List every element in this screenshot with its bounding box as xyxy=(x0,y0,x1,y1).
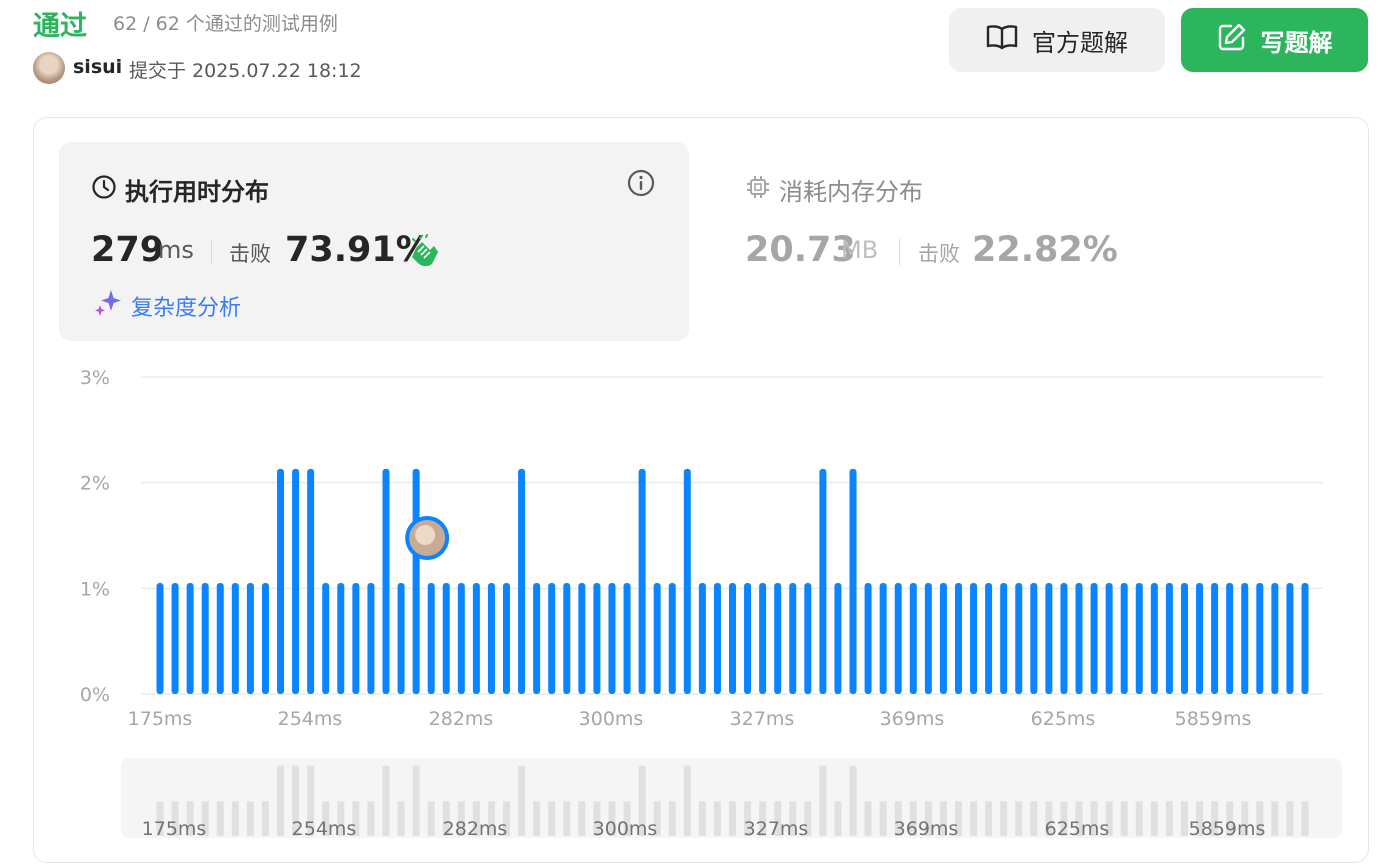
avatar[interactable] xyxy=(33,52,65,84)
username-link[interactable]: sisui xyxy=(73,56,122,78)
clock-icon xyxy=(91,174,117,206)
memory-beat-value: 22.82% xyxy=(972,230,1118,270)
clap-icon xyxy=(408,234,442,268)
submission-time: 提交于 2025.07.22 18:12 xyxy=(129,60,362,82)
write-solution-button[interactable]: 写题解 xyxy=(1181,8,1368,72)
book-open-icon xyxy=(986,24,1018,56)
edit-icon xyxy=(1217,22,1247,58)
memory-beat-label: 击败 xyxy=(918,242,960,266)
official-solution-label: 官方题解 xyxy=(1032,28,1128,57)
official-solution-button[interactable]: 官方题解 xyxy=(949,8,1165,72)
runtime-value: 279 xyxy=(91,230,165,270)
memory-title-label: 消耗内存分布 xyxy=(779,178,923,206)
runtime-title: 执行用时分布 xyxy=(91,172,269,207)
sparkle-icon xyxy=(93,288,123,324)
divider xyxy=(899,239,900,265)
result-status: 通过 xyxy=(33,11,87,42)
my-submission-marker[interactable] xyxy=(405,516,450,560)
memory-unit: MB xyxy=(841,236,879,264)
test-case-count: 62 / 62 个通过的测试用例 xyxy=(113,13,338,35)
avatar-face xyxy=(415,525,436,545)
memory-value: 20.73 xyxy=(745,230,856,270)
info-icon[interactable] xyxy=(627,169,655,197)
runtime-title-label: 执行用时分布 xyxy=(125,178,269,206)
runtime-unit: ms xyxy=(158,236,194,264)
complexity-analysis-link[interactable]: 复杂度分析 xyxy=(93,288,241,324)
write-solution-label: 写题解 xyxy=(1260,28,1333,57)
divider xyxy=(211,239,212,265)
complexity-analysis-label: 复杂度分析 xyxy=(131,296,242,321)
chip-icon xyxy=(745,174,771,206)
runtime-beat-label: 击败 xyxy=(229,242,271,266)
memory-tab[interactable]: 消耗内存分布 xyxy=(745,172,923,207)
